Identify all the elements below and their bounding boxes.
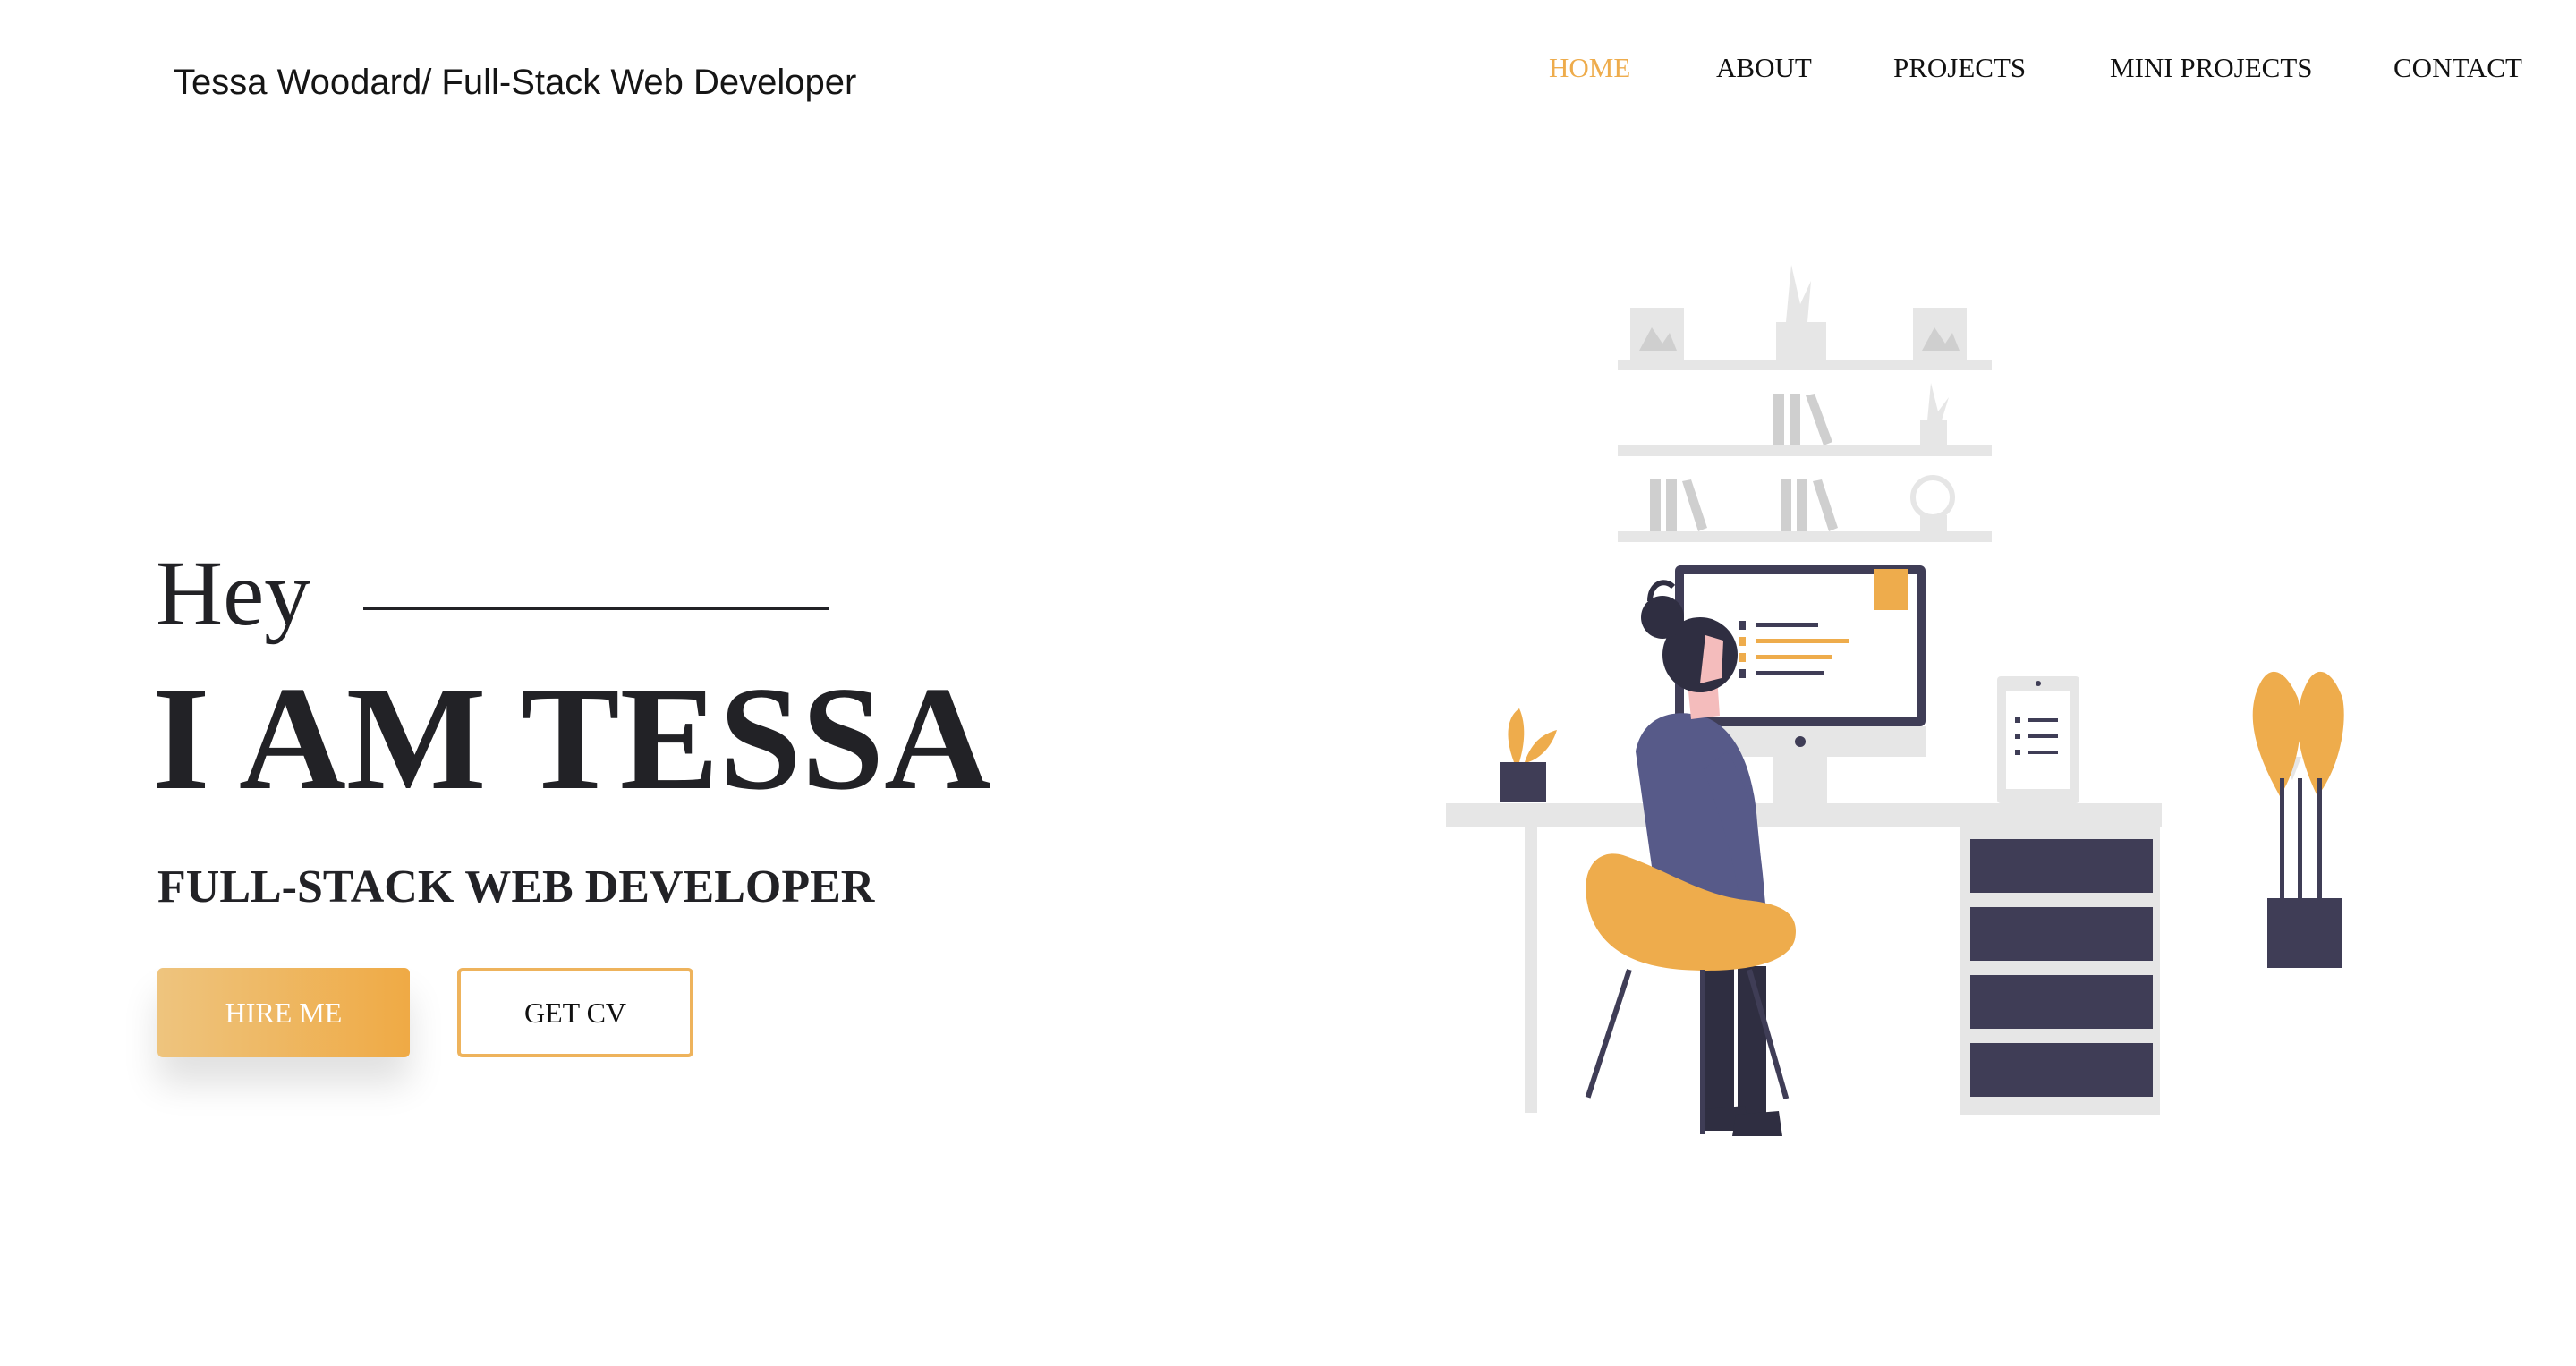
- hire-me-button[interactable]: HIRE ME: [157, 968, 410, 1057]
- main-nav: HOME ABOUT PROJECTS MINI PROJECTS CONTAC…: [0, 52, 2576, 106]
- floor-plant: [2252, 671, 2344, 968]
- shelf-books: [1650, 394, 1838, 531]
- greeting-text: Hey: [156, 542, 311, 645]
- desk-plant: [1500, 708, 1557, 802]
- get-cv-button[interactable]: GET CV: [457, 968, 693, 1057]
- nav-about[interactable]: ABOUT: [1716, 52, 1812, 84]
- nav-projects[interactable]: PROJECTS: [1893, 52, 2026, 84]
- hero-illustration: [1446, 265, 2344, 1136]
- nav-home[interactable]: HOME: [1549, 52, 1630, 84]
- nav-contact[interactable]: CONTACT: [2393, 52, 2522, 84]
- greeting-underline: [363, 607, 829, 610]
- hero-subtitle: FULL-STACK WEB DEVELOPER: [157, 861, 875, 912]
- hero-headline: I AM TESSA: [152, 656, 991, 820]
- tablet: [1997, 676, 2079, 803]
- nav-mini-projects[interactable]: MINI PROJECTS: [2110, 52, 2313, 84]
